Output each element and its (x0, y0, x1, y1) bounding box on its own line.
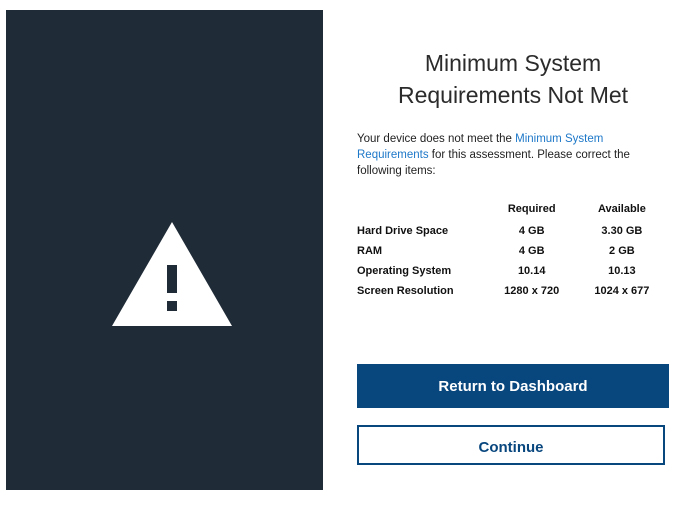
row-available: 2 GB (609, 245, 635, 257)
table-row: Screen Resolution 1280 x 720 1024 x 677 (357, 285, 667, 305)
dialog-title-line2: Requirements Not Met (397, 82, 629, 108)
warning-icon (112, 222, 232, 326)
content-panel: Minimum System Requirements Not Met Your… (323, 10, 696, 490)
continue-button[interactable]: Continue (357, 425, 665, 465)
row-available: 1024 x 677 (594, 285, 650, 297)
table-header-available: Available (597, 203, 646, 215)
row-required: 4 GB (518, 245, 545, 257)
row-required: 4 GB (518, 225, 545, 237)
row-available: 3.30 GB (601, 225, 643, 237)
table-header-row: Required Available (357, 203, 667, 225)
dialog-title-line1: Minimum System (424, 50, 602, 76)
row-item: Screen Resolution (357, 285, 454, 297)
row-item: Operating System (357, 265, 452, 277)
row-item: RAM (357, 245, 383, 257)
row-available: 10.13 (608, 265, 636, 277)
table-row: Hard Drive Space 4 GB 3.30 GB (357, 225, 667, 245)
warning-panel (6, 10, 323, 490)
row-required: 1280 x 720 (504, 285, 560, 297)
requirements-dialog: Minimum System Requirements Not Met Your… (0, 0, 696, 517)
table-row: RAM 4 GB 2 GB (357, 245, 667, 265)
table-header-required: Required (507, 203, 556, 215)
description-prefix: Your device does not meet the (357, 133, 516, 145)
table-row: Operating System 10.14 10.13 (357, 265, 667, 285)
row-item: Hard Drive Space (357, 225, 449, 237)
row-required: 10.14 (517, 265, 546, 277)
return-to-dashboard-button[interactable]: Return to Dashboard (357, 364, 669, 408)
dialog-title: Minimum System Requirements Not Met (323, 47, 696, 111)
bottom-margin (0, 490, 696, 517)
dialog-description: Your device does not meet the Minimum Sy… (357, 131, 657, 179)
requirements-table: Required Available Hard Drive Space 4 GB… (357, 203, 667, 305)
table-header-item (357, 203, 487, 225)
